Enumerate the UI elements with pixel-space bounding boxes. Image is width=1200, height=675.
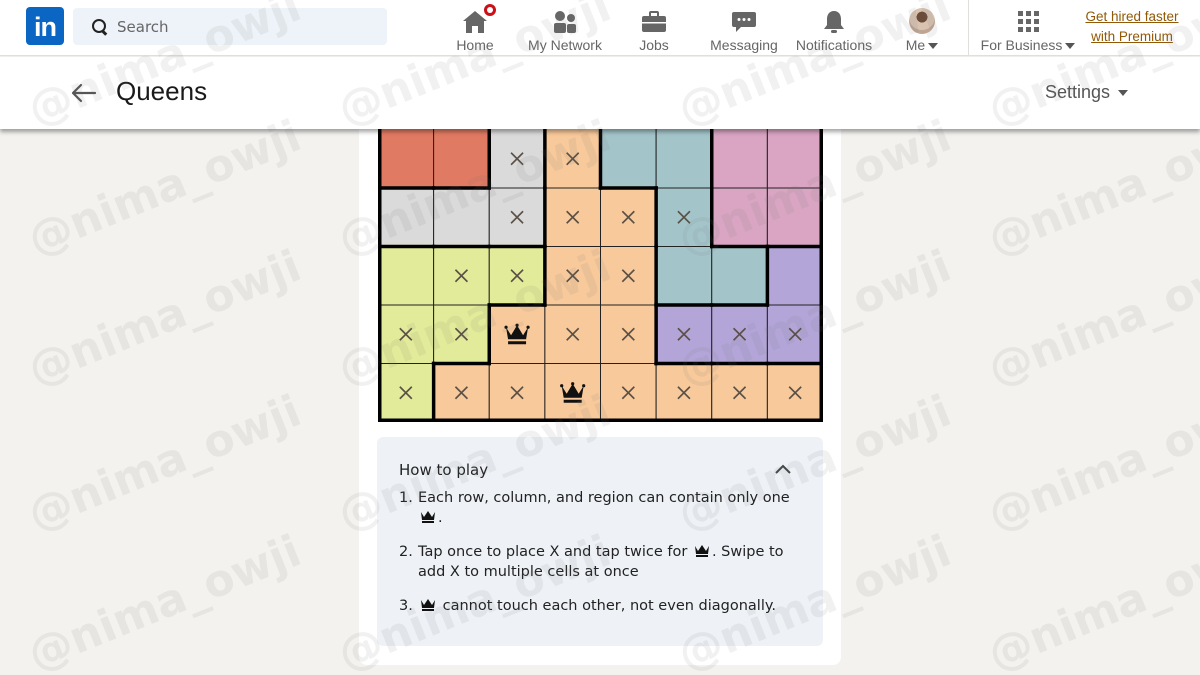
- premium-link[interactable]: Get hired faster with Premium: [1082, 7, 1182, 47]
- back-button[interactable]: [70, 79, 98, 107]
- avatar: [909, 8, 935, 34]
- watermark-text: @nima_owji: [980, 525, 1200, 675]
- board-cell[interactable]: [655, 246, 713, 306]
- notification-badge: [482, 2, 498, 18]
- chevron-up-icon[interactable]: [775, 463, 791, 475]
- board-cell[interactable]: [378, 246, 435, 306]
- nav-jobs[interactable]: Jobs: [637, 0, 671, 56]
- board-cell[interactable]: [433, 187, 490, 247]
- nav-notifications[interactable]: Notifications: [795, 0, 873, 56]
- board-cell[interactable]: [655, 304, 713, 364]
- watermark-text: @nima_owji: [20, 240, 308, 396]
- board-cell[interactable]: [433, 363, 490, 423]
- apps-grid-icon: [1017, 11, 1039, 32]
- board-cell[interactable]: [655, 187, 713, 247]
- page-title: Queens: [116, 76, 208, 106]
- nav-home[interactable]: Home: [454, 0, 498, 56]
- board-cell[interactable]: [766, 363, 823, 423]
- board-cell[interactable]: [600, 363, 657, 423]
- nav-home-label: Home: [456, 37, 494, 53]
- rule-item: 3. cannot touch each other, not even dia…: [399, 598, 776, 614]
- board-cell[interactable]: [544, 304, 601, 364]
- board-cell[interactable]: [378, 363, 435, 423]
- settings-dropdown[interactable]: Settings: [1045, 82, 1128, 103]
- watermark-text: @nima_owji: [980, 385, 1200, 541]
- how-to-play-title: How to play: [399, 461, 489, 479]
- board-cell[interactable]: [711, 187, 768, 247]
- board-cell[interactable]: [544, 246, 601, 306]
- board-cell[interactable]: [600, 304, 657, 364]
- nav-messaging[interactable]: Messaging: [710, 0, 778, 56]
- nav-jobs-label: Jobs: [639, 37, 669, 53]
- nav-notifications-label: Notifications: [795, 37, 873, 53]
- rule-item: 1. Each row, column, and region can cont…: [399, 490, 790, 526]
- how-to-play-panel: How to play 1. Each row, column, and reg…: [377, 437, 823, 646]
- crown-icon: [421, 599, 435, 611]
- board-cell[interactable]: [600, 187, 657, 247]
- chevron-down-icon: [1065, 43, 1076, 50]
- search-box[interactable]: [73, 8, 387, 45]
- rules-list: 1. Each row, column, and region can cont…: [399, 488, 803, 630]
- people-icon: [552, 4, 578, 34]
- nav-divider: [968, 0, 969, 56]
- chevron-down-icon: [1118, 90, 1128, 97]
- board-cell[interactable]: [711, 246, 768, 306]
- nav-for-business[interactable]: For Business: [980, 0, 1076, 56]
- board-cell[interactable]: [766, 187, 823, 247]
- crown-icon: [421, 511, 435, 523]
- watermark-text: @nima_owji: [20, 110, 308, 266]
- board-cell[interactable]: [544, 187, 601, 247]
- board-cell[interactable]: [544, 363, 601, 423]
- settings-label: Settings: [1044, 82, 1110, 102]
- nav-my-network[interactable]: My Network: [527, 0, 603, 56]
- board-cell[interactable]: [766, 304, 823, 364]
- chevron-down-icon: [928, 43, 939, 50]
- board-cell[interactable]: [488, 363, 546, 423]
- bell-icon: [822, 4, 846, 34]
- board-cell[interactable]: [488, 187, 546, 247]
- arrow-left-icon: [71, 83, 97, 103]
- nav-my-network-label: My Network: [528, 37, 602, 53]
- board-cell[interactable]: [766, 246, 823, 306]
- briefcase-icon: [641, 4, 667, 34]
- home-icon: [462, 2, 498, 34]
- search-input[interactable]: [117, 17, 367, 36]
- chat-icon: [731, 4, 757, 34]
- nav-me[interactable]: Me: [902, 0, 942, 56]
- nav-messaging-label: Messaging: [710, 37, 778, 53]
- crown-icon: [694, 545, 709, 557]
- nav-for-business-label: For Business: [980, 37, 1063, 53]
- search-icon: [91, 18, 109, 36]
- board-cell[interactable]: [711, 363, 768, 423]
- board-cell[interactable]: [378, 304, 435, 364]
- top-nav: in Home My Network: [0, 0, 1200, 56]
- watermark-text: @nima_owji: [20, 385, 308, 541]
- board-cell[interactable]: [655, 363, 713, 423]
- board-cell[interactable]: [433, 246, 490, 306]
- rule-item: 2. Tap once to place X and tap twice for…: [399, 544, 784, 580]
- board-cell[interactable]: [433, 304, 490, 364]
- watermark-text: @nima_owji: [20, 525, 308, 675]
- game-header: Queens Settings: [0, 57, 1200, 129]
- watermark-text: @nima_owji: [980, 240, 1200, 396]
- watermark-text: @nima_owji: [980, 110, 1200, 266]
- board-cell[interactable]: [488, 304, 546, 364]
- board-cell[interactable]: [600, 246, 657, 306]
- linkedin-logo[interactable]: in: [26, 7, 64, 45]
- board-cell[interactable]: [711, 304, 768, 364]
- board-cell[interactable]: [488, 246, 546, 306]
- nav-me-label: Me: [905, 37, 926, 53]
- board-cell[interactable]: [378, 187, 435, 247]
